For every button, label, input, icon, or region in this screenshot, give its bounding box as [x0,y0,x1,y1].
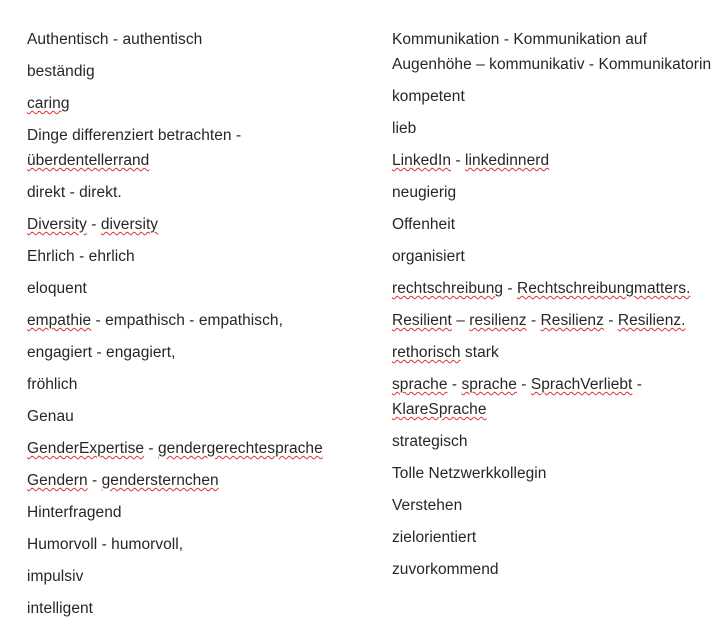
text-entry: Offenheit [392,216,456,233]
spellcheck-underlined-word[interactable]: Resilient [392,312,452,329]
text-column-left: Authentisch - authentisch beständig caring… [27,27,367,621]
text-entry: empathie - empathisch - empathisch, [27,312,283,329]
text-entry: Ehrlich - ehrlich [27,248,135,265]
text-entry: organisiert [392,248,465,265]
spellcheck-underlined-word[interactable]: diversity [101,216,158,233]
spellcheck-underlined-word[interactable]: caring [27,95,70,112]
spellcheck-underlined-word[interactable]: GenderExpertise [27,440,144,457]
text-entry: rethorisch stark [392,344,499,361]
text-entry: LinkedIn - linkedinnerd [392,152,550,169]
text-entry: lieb [392,120,417,137]
text-entry: intelligent [27,600,94,617]
text-entry: Tolle Netzwerkkollegin [392,465,547,482]
spellcheck-underlined-word[interactable]: rechtschreibung [392,280,503,297]
spellcheck-underlined-word[interactable]: Gendern [27,472,88,489]
text-column-right: Kommunikation - Kommunikation auf Augenh… [392,27,712,582]
text-entry: fröhlich [27,376,78,393]
spellcheck-underlined-word[interactable]: sprache [392,376,448,393]
text-entry: Resilient – resilienz - Resilienz - Resi… [392,312,686,329]
text-entry: caring [27,91,367,116]
text-entry: sprache - sprache - SprachVerliebt - Kla… [392,376,642,418]
text-entry: impulsiv [27,568,84,585]
spellcheck-underlined-word[interactable]: gendersternchen [102,472,219,489]
spellcheck-underlined-word[interactable]: rethorisch [392,344,461,361]
text-entry: Authentisch - authentisch [27,31,203,48]
spellcheck-underlined-word[interactable]: linkedinnerd [465,152,549,169]
text-entry: direkt - direkt. [27,184,122,201]
text-entry: Hinterfragend [27,504,122,521]
spellcheck-underlined-word[interactable]: Diversity [27,216,87,233]
text-entry: beständig [27,63,95,80]
text-entry: Genau [27,408,74,425]
text-entry: GenderExpertise - gendergerechtesprache [27,440,323,457]
text-entry: Dinge differenziert betrachten - überden… [27,127,242,169]
text-entry: strategisch [392,433,468,450]
spellcheck-underlined-word[interactable]: KlareSprache [392,401,487,418]
text-entry: Kommunikation - Kommunikation auf Augenh… [392,31,712,73]
spellcheck-underlined-word[interactable]: empathie [27,312,91,329]
text-entry: engagiert - engagiert, [27,344,176,361]
spellcheck-underlined-word[interactable]: Resilienz. [618,312,686,329]
spellcheck-underlined-word[interactable]: LinkedIn [392,152,451,169]
document-page: Authentisch - authentisch beständig caring… [0,0,724,643]
spellcheck-underlined-word[interactable]: Rechtschreibungmatters. [517,280,690,297]
text-entry: Verstehen [392,497,463,514]
spellcheck-underlined-word[interactable]: überdentellerrand [27,152,149,169]
text-entry: Gendern - gendersternchen [27,472,219,489]
text-entry: rechtschreibung - Rechtschreibungmatters… [392,280,691,297]
spellcheck-underlined-word[interactable]: gendergerechtesprache [158,440,323,457]
text-entry: kompetent [392,88,465,105]
spellcheck-underlined-word[interactable]: SprachVerliebt [531,376,633,393]
text-entry: eloquent [27,280,87,297]
text-entry: Humorvoll - humorvoll, [27,536,184,553]
text-entry: neugierig [392,184,457,201]
spellcheck-underlined-word[interactable]: Resilienz [541,312,604,329]
text-entry: Diversity - diversity [27,216,159,233]
text-entry: zuvorkommend [392,561,499,578]
text-entry: zielorientiert [392,529,477,546]
spellcheck-underlined-word[interactable]: resilienz [469,312,526,329]
spellcheck-underlined-word[interactable]: sprache [461,376,517,393]
